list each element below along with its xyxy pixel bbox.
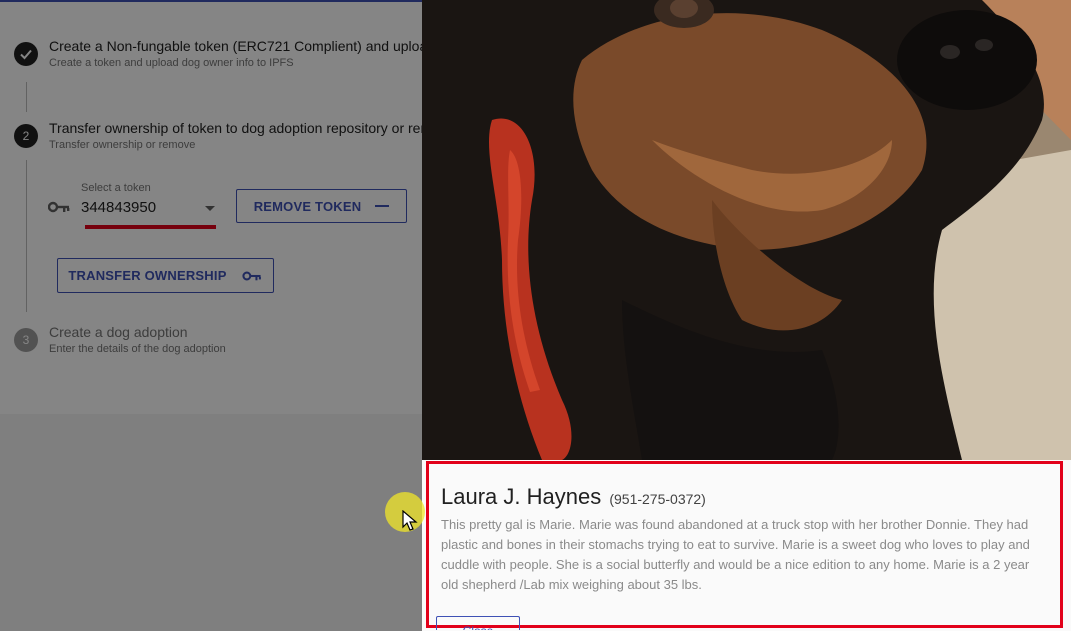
owner-name-row: Laura J. Haynes (951-275-0372) <box>441 484 706 510</box>
dog-detail-modal: Laura J. Haynes (951-275-0372) This pret… <box>422 0 1071 631</box>
owner-info-box: Laura J. Haynes (951-275-0372) This pret… <box>426 461 1063 630</box>
dog-description: This pretty gal is Marie. Marie was foun… <box>441 517 1030 592</box>
owner-phone: (951-275-0372) <box>609 491 706 507</box>
close-button[interactable]: Close <box>436 616 520 630</box>
cursor-icon <box>402 510 418 531</box>
owner-name: Laura J. Haynes <box>441 484 602 509</box>
dog-photo-illustration <box>422 0 1071 460</box>
dog-photo <box>422 0 1071 460</box>
